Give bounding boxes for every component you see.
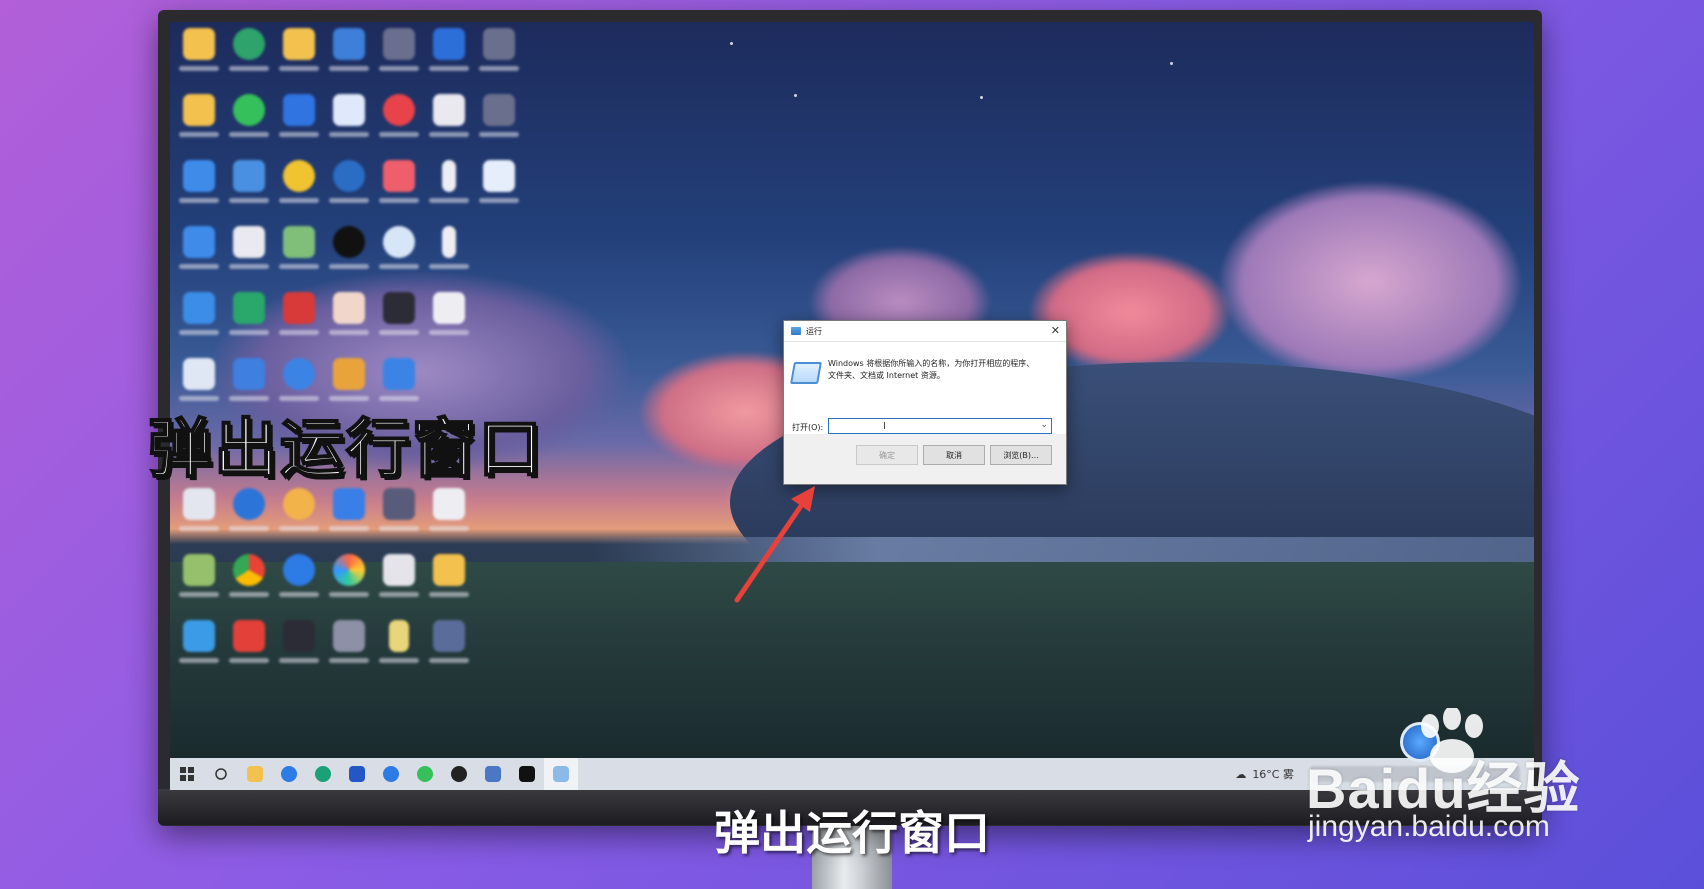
watermark-url: jingyan.baidu.com <box>1308 810 1550 843</box>
baidu-watermark: Baidu经验 jingyan.baidu.com <box>1306 744 1581 843</box>
caption-left: 弹出运行窗口 <box>147 412 544 488</box>
